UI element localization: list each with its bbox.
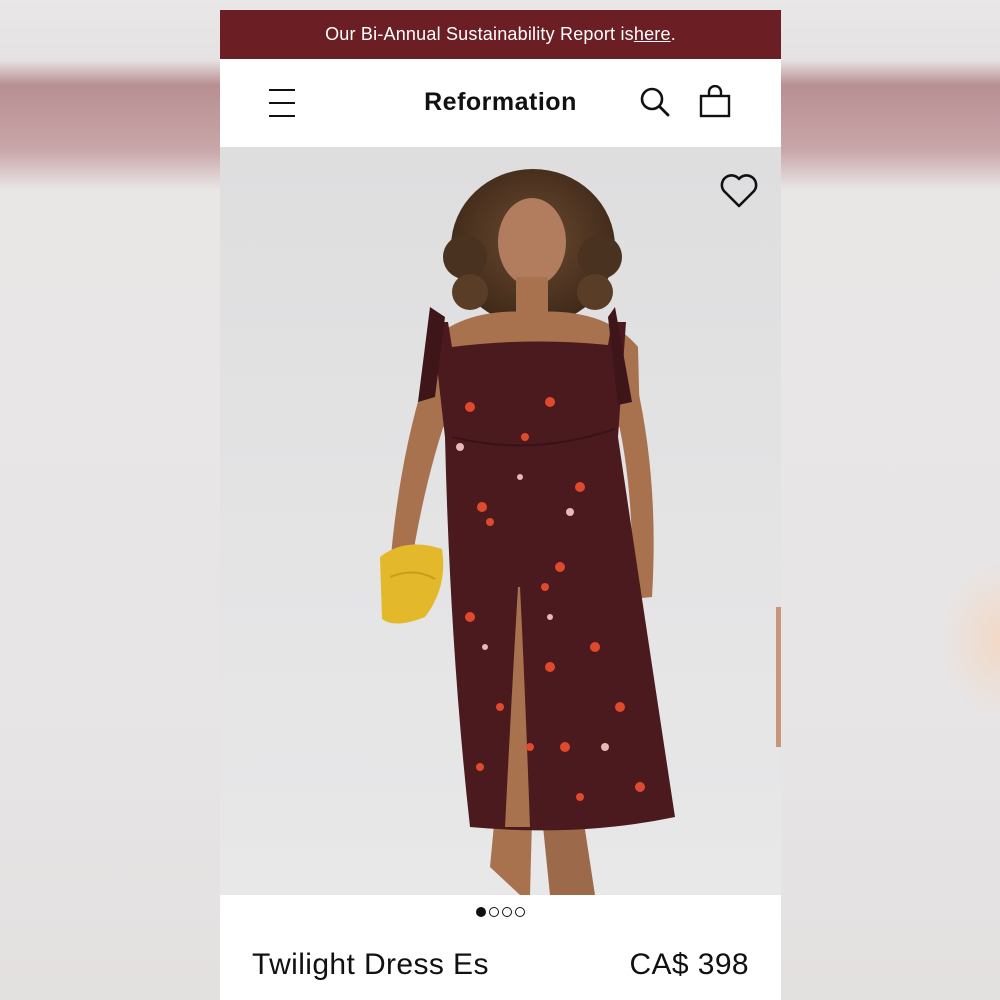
carousel-dot-2[interactable] <box>489 907 499 917</box>
product-image[interactable] <box>220 147 781 895</box>
banner-suffix: . <box>670 24 676 44</box>
product-name[interactable]: Twilight Dress Es <box>252 948 489 982</box>
search-icon[interactable] <box>638 85 672 119</box>
heart-icon[interactable] <box>719 173 759 209</box>
banner-text: Our Bi-Annual Sustainability Report is <box>325 24 634 44</box>
announcement-banner: Our Bi-Annual Sustainability Report is h… <box>220 10 781 59</box>
banner-link[interactable]: here <box>634 24 671 45</box>
product-info: Twilight Dress Es CA$ 398 <box>252 948 749 982</box>
carousel-dot-1[interactable] <box>476 907 486 917</box>
carousel-dot-3[interactable] <box>502 907 512 917</box>
brand-logo[interactable]: Reformation <box>220 88 781 117</box>
model-illustration <box>380 169 781 895</box>
product-price: CA$ 398 <box>629 948 749 981</box>
backdrop-blob <box>940 560 1000 720</box>
carousel-dots <box>220 907 781 917</box>
site-header: Reformation <box>220 59 781 147</box>
bag-icon[interactable] <box>698 85 732 119</box>
carousel-dot-4[interactable] <box>515 907 525 917</box>
phone-screen: Our Bi-Annual Sustainability Report is h… <box>220 10 781 1000</box>
